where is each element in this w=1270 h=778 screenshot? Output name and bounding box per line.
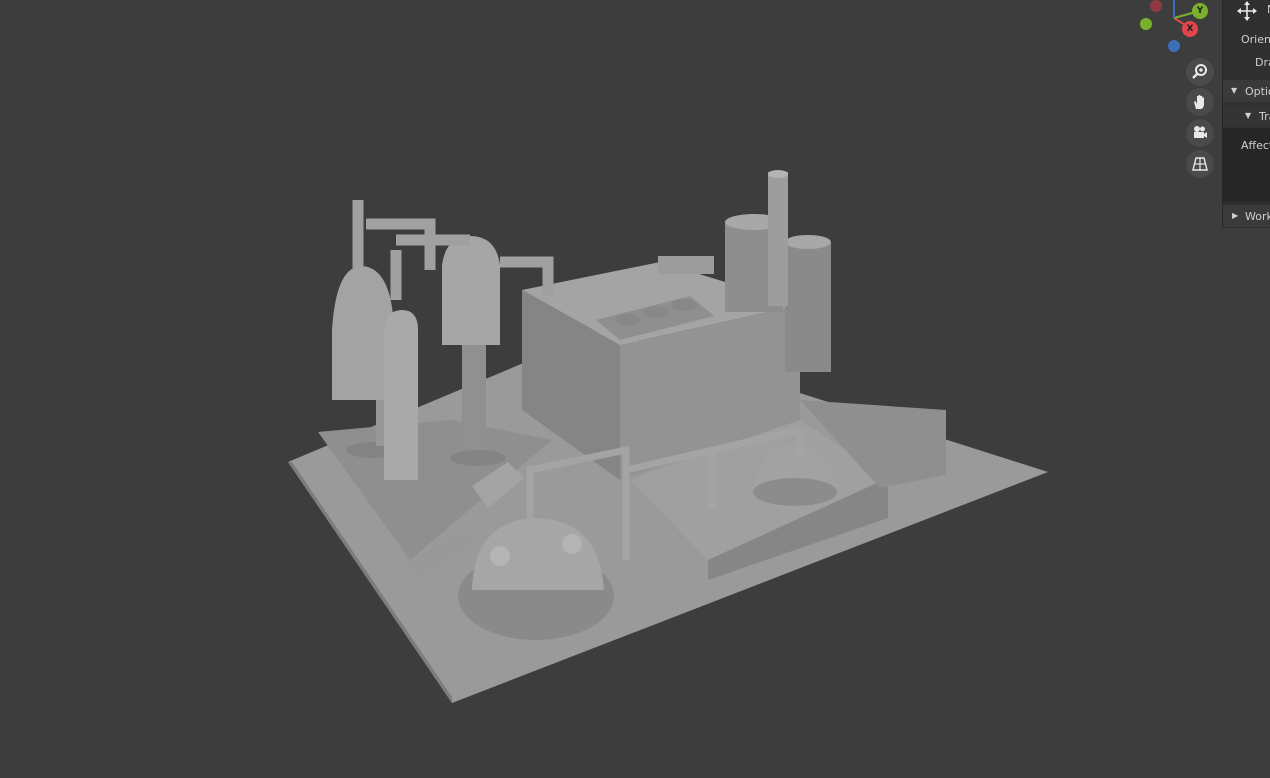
- small-dome-base: [753, 478, 837, 506]
- tank-right-body: [785, 242, 831, 372]
- gizmo-neg-y-icon[interactable]: [1140, 18, 1152, 30]
- options-panel-header[interactable]: ▼ Optio: [1223, 80, 1270, 102]
- 3d-viewport[interactable]: [0, 0, 1270, 778]
- camera-icon: [1194, 126, 1207, 138]
- properties-sidebar[interactable]: N Orient Dra ▼ Optio ▼ Tra Affect ▶ Work: [1222, 0, 1270, 228]
- grid-icon: [1192, 157, 1208, 171]
- drag-label: Dra: [1255, 56, 1270, 69]
- move-arrows-icon: [1237, 1, 1257, 21]
- expand-triangle-icon: ▼: [1231, 86, 1238, 95]
- tank-right-top: [785, 235, 831, 249]
- reactor-port-1: [490, 546, 510, 566]
- transform-subheader-label: Tra: [1259, 110, 1270, 123]
- affect-only-label: Affect: [1241, 139, 1270, 152]
- gizmo-x-icon[interactable]: X: [1182, 21, 1198, 37]
- tower-3-base: [450, 450, 506, 466]
- zoom-icon: [1192, 64, 1207, 79]
- industrial-plant-model: [288, 170, 1048, 703]
- move-tool-icon[interactable]: [1236, 0, 1258, 22]
- reactor-port-2: [562, 534, 582, 554]
- roof-vent-2: [643, 306, 669, 318]
- roof-vent-1: [615, 314, 641, 326]
- options-header-label: Optio: [1245, 85, 1270, 98]
- tower-2: [384, 310, 418, 480]
- tower-3-leg: [462, 345, 486, 455]
- orientation-label: Orient: [1241, 33, 1270, 46]
- workspace-header-label: Work: [1245, 210, 1270, 223]
- zoom-button[interactable]: [1186, 58, 1214, 86]
- gizmo-neg-z-icon[interactable]: [1168, 40, 1180, 52]
- pan-button[interactable]: [1186, 88, 1214, 116]
- gizmo-neg-x-icon[interactable]: [1150, 0, 1162, 12]
- roof-box: [658, 256, 714, 274]
- camera-button[interactable]: [1186, 119, 1214, 147]
- hand-icon: [1194, 95, 1204, 109]
- navigation-gizmo[interactable]: Y X: [1130, 0, 1210, 60]
- perspective-toggle-button[interactable]: [1186, 150, 1214, 178]
- workspace-panel-header[interactable]: ▶ Work: [1223, 205, 1270, 227]
- expand-triangle-icon: ▼: [1245, 111, 1252, 120]
- roof-vent-3: [671, 299, 697, 311]
- transform-subpanel-body: Affect: [1223, 128, 1270, 202]
- chimney-top: [768, 170, 788, 178]
- collapse-triangle-icon: ▶: [1232, 211, 1239, 220]
- gizmo-y-icon[interactable]: Y: [1192, 3, 1208, 19]
- tower-3: [442, 236, 500, 345]
- transform-subpanel-header[interactable]: ▼ Tra: [1223, 105, 1270, 127]
- chimney: [768, 172, 788, 306]
